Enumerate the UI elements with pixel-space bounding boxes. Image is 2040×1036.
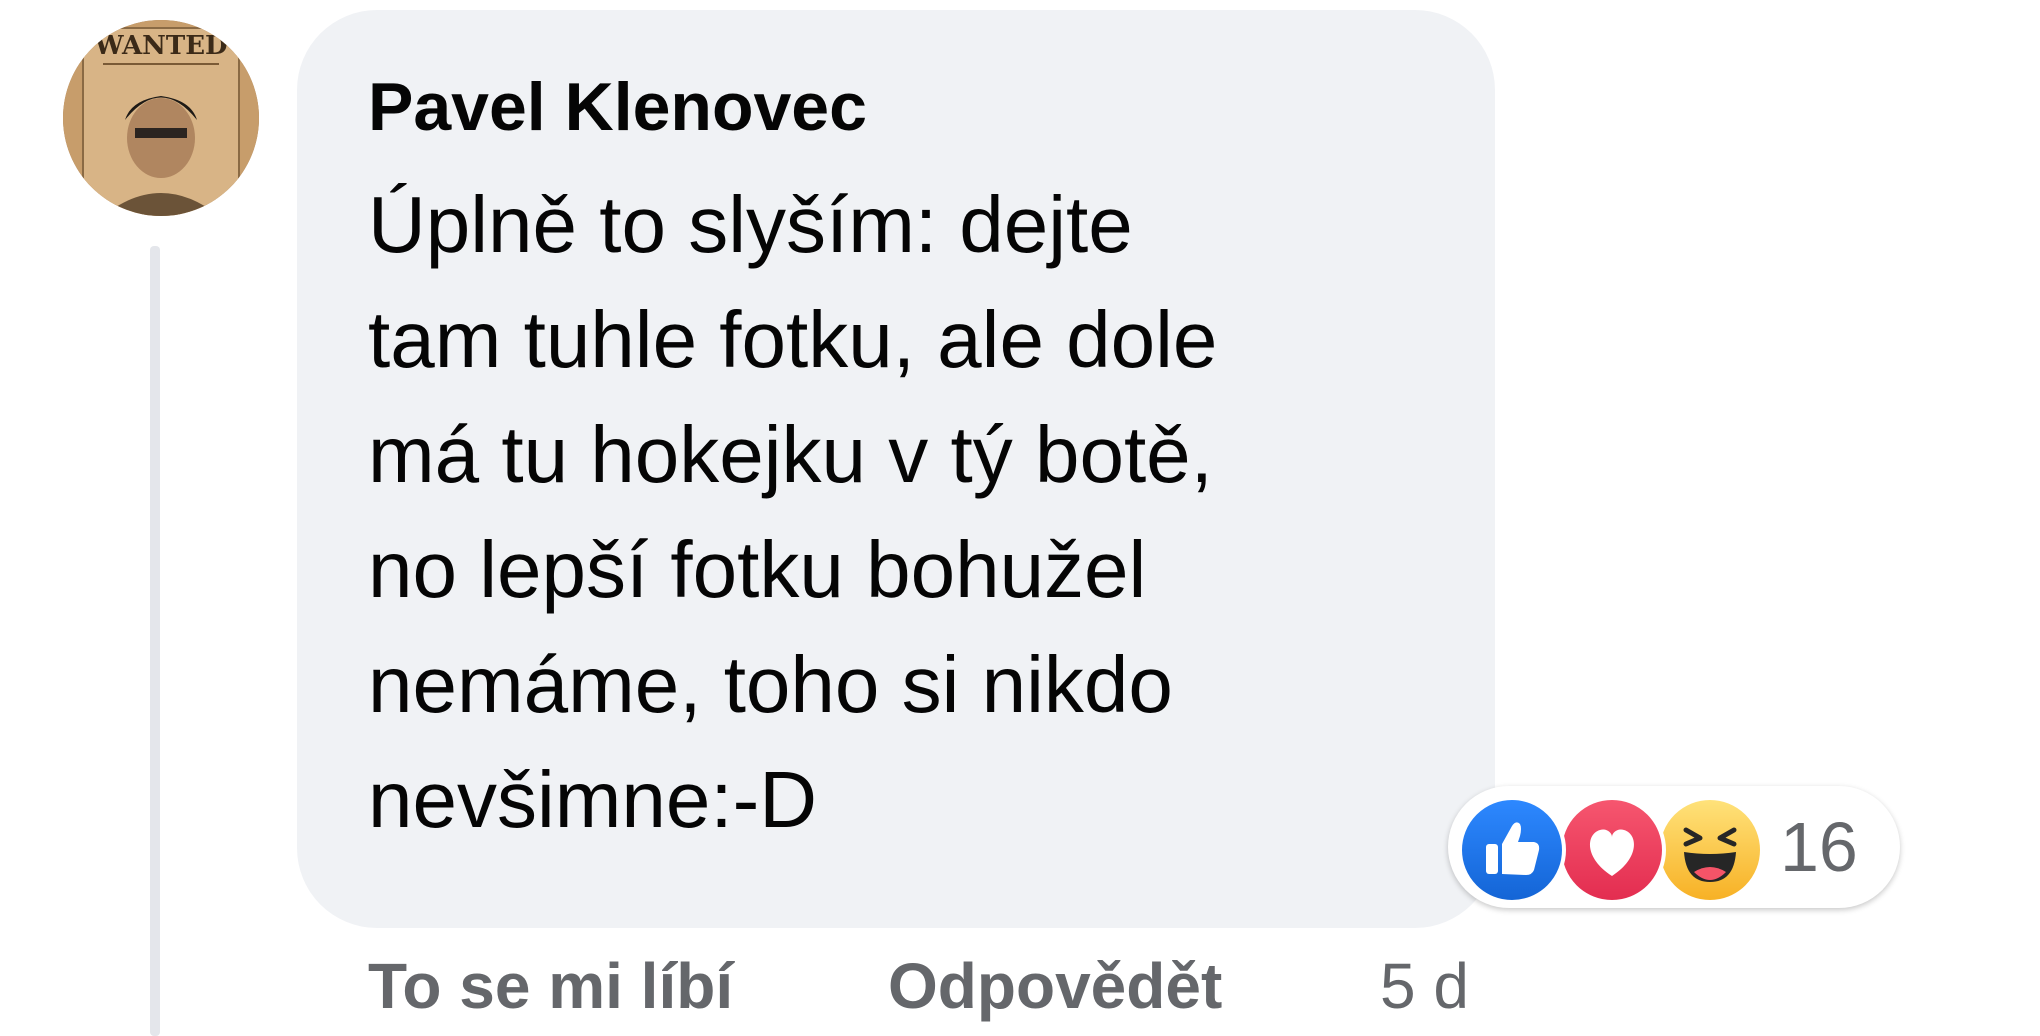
reply-button[interactable]: Odpovědět — [888, 946, 1222, 1026]
love-icon — [1558, 796, 1666, 904]
comment-text-line-1: Úplně to slyším: dejte — [368, 180, 1133, 269]
wanted-poster-icon: WANTED — [63, 20, 259, 216]
comment-text-line-2: tam tuhle fotku, ale dole — [368, 295, 1218, 384]
avatar[interactable]: WANTED — [63, 20, 259, 216]
comment-text-line-5: nemáme, toho si nikdo — [368, 640, 1173, 729]
comment-author[interactable]: Pavel Klenovec — [368, 62, 867, 152]
reaction-summary[interactable]: 16 — [1448, 786, 1900, 908]
haha-icon — [1656, 796, 1764, 904]
like-icon — [1458, 796, 1566, 904]
comment-text-line-3: má tu hokejku v tý botě, — [368, 410, 1213, 499]
comment-text-line-4: no lepší fotku bohužel — [368, 525, 1147, 614]
thread-line — [150, 246, 160, 1036]
avatar-wanted-text: WANTED — [93, 31, 227, 61]
comment-timestamp[interactable]: 5 d — [1380, 946, 1469, 1026]
like-button[interactable]: To se mi líbí — [368, 946, 733, 1026]
reaction-count: 16 — [1780, 808, 1858, 886]
comment-text-line-6: nevšimne:-D — [368, 755, 818, 844]
